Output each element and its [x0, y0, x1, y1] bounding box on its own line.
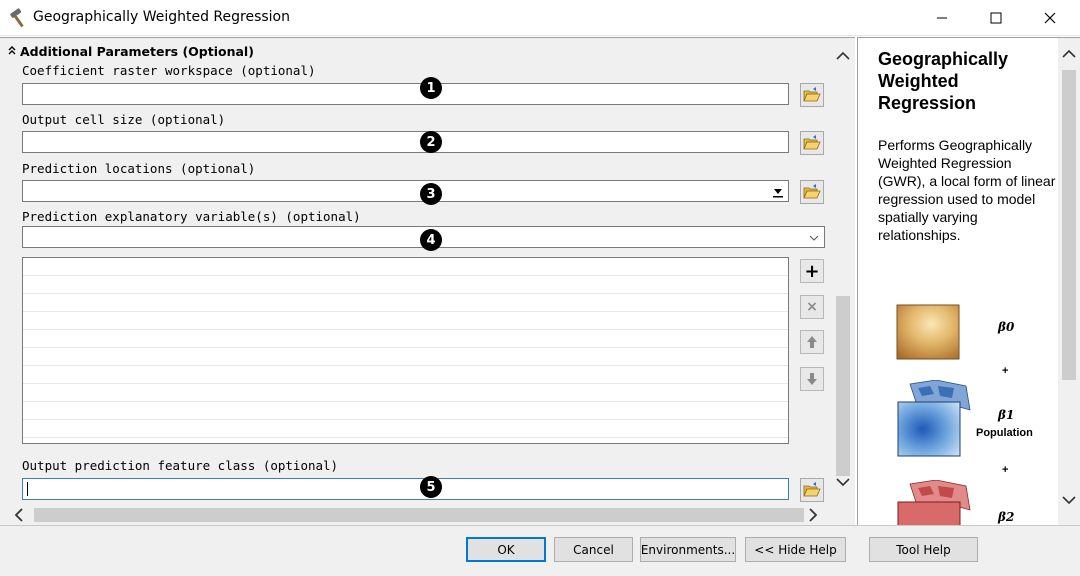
help-panel: Geographically Weighted Regression Perfo… [857, 37, 1080, 525]
scrollbar-thumb[interactable] [836, 296, 850, 476]
callout-badge-4: 4 [420, 229, 442, 251]
output-prediction-feature-class-label: Output prediction feature class (optiona… [22, 458, 339, 473]
help-title: Geographically Weighted Regression [878, 49, 1009, 113]
title-bar: Geographically Weighted Regression [0, 0, 1080, 36]
vertical-scrollbar[interactable] [833, 40, 853, 506]
beta1-surface-image [897, 380, 971, 457]
explanatory-variables-list[interactable] [22, 257, 789, 444]
prediction-locations-select[interactable] [22, 180, 789, 202]
window-title: Geographically Weighted Regression [33, 9, 290, 25]
list-item [23, 312, 788, 330]
callout-badge-1: 1 [420, 77, 442, 99]
chevron-down-icon[interactable] [808, 231, 820, 244]
add-row-button[interactable]: + [800, 259, 824, 283]
parameters-panel: Additional Parameters (Optional) Coeffic… [0, 37, 855, 525]
hammer-icon [8, 8, 30, 28]
scroll-left-icon[interactable] [12, 507, 26, 523]
list-item [23, 294, 788, 312]
list-item [23, 348, 788, 366]
list-item [23, 420, 788, 438]
callout-badge-3: 3 [420, 183, 442, 205]
section-header[interactable]: Additional Parameters (Optional) [8, 44, 254, 59]
help-vertical-scrollbar[interactable] [1058, 38, 1080, 525]
browse-button-1[interactable] [800, 83, 824, 107]
folder-open-icon [803, 482, 821, 497]
prediction-locations-label: Prediction locations (optional) [22, 161, 256, 176]
environments-button[interactable]: Environments... [640, 537, 736, 562]
dropdown-arrow-icon[interactable] [772, 185, 784, 198]
list-item [23, 276, 788, 294]
list-item [23, 258, 788, 276]
coefficient-raster-workspace-label: Coefficient raster workspace (optional) [22, 63, 316, 78]
maximize-icon [990, 12, 1002, 24]
plus-sign-2: + [1002, 464, 1009, 476]
close-icon [1044, 12, 1056, 24]
scroll-right-icon[interactable] [806, 507, 820, 523]
help-description: Performs Geographically Weighted Regress… [878, 137, 1056, 243]
callout-badge-2: 2 [420, 131, 442, 153]
folder-open-icon [803, 184, 821, 199]
plus-sign-1: + [1002, 365, 1009, 377]
folder-open-icon [803, 135, 821, 150]
folder-open-icon [803, 87, 821, 102]
minimize-button[interactable] [919, 0, 965, 36]
delete-row-button[interactable]: × [800, 295, 824, 319]
collapse-icon [8, 45, 16, 58]
tool-help-button[interactable]: Tool Help [869, 537, 978, 562]
text-cursor [27, 482, 28, 496]
maximize-button[interactable] [973, 0, 1019, 36]
plus-icon: + [804, 260, 820, 282]
output-cell-size-label: Output cell size (optional) [22, 112, 226, 127]
beta0-label: β0 [998, 320, 1015, 334]
scroll-down-icon[interactable] [835, 476, 851, 488]
section-title: Additional Parameters (Optional) [20, 44, 254, 59]
minimize-icon [937, 17, 947, 19]
browse-button-5[interactable] [800, 478, 824, 502]
ok-button[interactable]: OK [466, 537, 546, 562]
beta2-surface-image [897, 480, 971, 525]
close-button[interactable] [1027, 0, 1073, 36]
move-up-button[interactable] [800, 330, 824, 354]
move-down-button[interactable] [800, 367, 824, 391]
prediction-explanatory-variables-label: Prediction explanatory variable(s) (opti… [22, 209, 361, 224]
list-item [23, 330, 788, 348]
callout-badge-5: 5 [420, 476, 442, 498]
scrollbar-thumb[interactable] [1062, 70, 1076, 380]
arrow-up-icon [807, 336, 817, 348]
coefficient-raster-workspace-input[interactable] [22, 83, 789, 105]
dialog-button-bar: OK Cancel Environments... << Hide Help T… [0, 525, 1080, 576]
hide-help-button[interactable]: << Hide Help [745, 537, 846, 562]
browse-button-3[interactable] [800, 180, 824, 204]
beta1-variable-label: Population [976, 427, 1033, 439]
cancel-button[interactable]: Cancel [554, 537, 633, 562]
horizontal-scrollbar[interactable] [8, 505, 830, 525]
list-item [23, 384, 788, 402]
output-prediction-feature-class-input[interactable] [22, 478, 789, 500]
scrollbar-thumb[interactable] [34, 508, 804, 522]
scroll-up-icon[interactable] [835, 50, 851, 62]
list-item [23, 366, 788, 384]
beta1-label: β1 [998, 408, 1015, 422]
x-icon: × [806, 299, 818, 315]
scroll-up-icon[interactable] [1061, 48, 1077, 60]
arrow-down-icon [807, 373, 817, 385]
output-cell-size-input[interactable] [22, 131, 789, 153]
list-item [23, 402, 788, 420]
beta2-label: β2 [998, 510, 1015, 524]
beta0-surface-image [896, 304, 960, 360]
scroll-down-icon[interactable] [1061, 494, 1077, 506]
browse-button-2[interactable] [800, 131, 824, 155]
